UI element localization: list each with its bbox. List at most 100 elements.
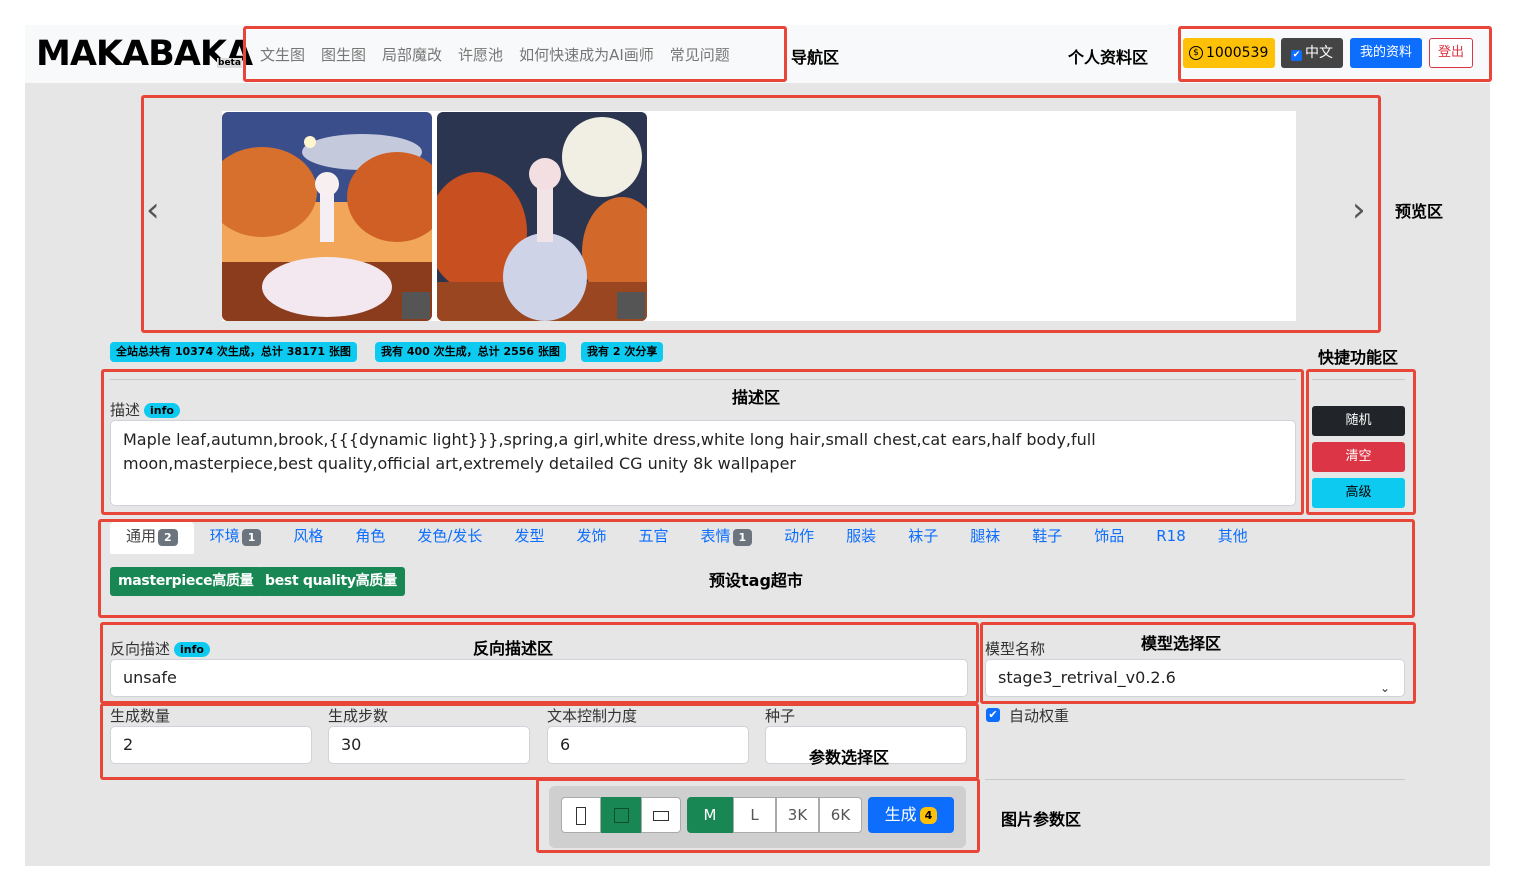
prompt-label-text: 描述 — [110, 401, 141, 419]
divider — [110, 379, 1296, 380]
prompt-info-badge[interactable]: info — [144, 403, 180, 418]
tab-label: 饰品 — [1094, 527, 1125, 545]
tab-label: 腿袜 — [970, 527, 1001, 545]
generate-button[interactable]: 生成 4 — [868, 797, 954, 833]
negative-info-badge[interactable]: info — [174, 642, 210, 657]
tab-13[interactable]: 鞋子 — [1016, 522, 1078, 554]
nav-link-img2img[interactable]: 图生图 — [321, 44, 366, 65]
tab-label: 环境 — [209, 527, 240, 545]
tab-label: 发型 — [514, 527, 545, 545]
tab-2[interactable]: 风格 — [277, 522, 339, 554]
orientation-square-button[interactable] — [601, 797, 641, 833]
logo[interactable]: MAKABAKA — [36, 32, 253, 76]
size-m-button[interactable]: M — [687, 797, 733, 833]
coin-balance: $1000539 — [1183, 38, 1275, 68]
advanced-button[interactable]: 高级 — [1312, 478, 1405, 508]
nav-link-wishpool[interactable]: 许愿池 — [458, 44, 503, 65]
divider — [1312, 379, 1405, 380]
tab-label: 发色/发长 — [417, 527, 483, 545]
preset-tag-masterpiece[interactable]: masterpiece高质量 — [110, 567, 262, 596]
cfg-label: 文本控制力度 — [547, 707, 638, 725]
nav-link-inpaint[interactable]: 局部魔改 — [382, 44, 442, 65]
annotation-neg: 反向描述区 — [473, 639, 554, 658]
preview-image-1[interactable] — [222, 112, 432, 321]
nav-link-txt2img[interactable]: 文生图 — [260, 44, 305, 65]
model-select[interactable]: stage3_retrival_v0.2.6 ⌄ — [985, 659, 1405, 697]
tab-label: 动作 — [784, 527, 815, 545]
model-label: 模型名称 — [985, 640, 1046, 658]
model-select-value: stage3_retrival_v0.2.6 — [998, 668, 1176, 687]
divider — [985, 779, 1405, 780]
preview-image-2[interactable] — [437, 112, 647, 321]
orientation-landscape-button[interactable] — [641, 797, 681, 833]
count-input[interactable]: 2 — [110, 726, 312, 764]
tab-label: 通用 — [126, 527, 157, 545]
tab-9[interactable]: 动作 — [768, 522, 830, 554]
negative-prompt-textarea[interactable]: unsafe — [110, 659, 968, 697]
tab-count-badge: 2 — [158, 529, 178, 546]
carousel-prev-icon[interactable]: ‹ — [146, 193, 160, 227]
tab-label: 角色 — [355, 527, 386, 545]
tab-4[interactable]: 发色/发长 — [401, 522, 498, 554]
annotation-nav: 导航区 — [791, 48, 840, 67]
language-toggle-button[interactable]: ✔ 中文 — [1281, 38, 1343, 68]
tab-11[interactable]: 袜子 — [892, 522, 954, 554]
tab-12[interactable]: 腿袜 — [954, 522, 1016, 554]
clear-button[interactable]: 清空 — [1312, 442, 1405, 472]
prompt-label: 描述 info — [110, 399, 180, 420]
annotation-image-params: 图片参数区 — [1001, 810, 1082, 829]
tab-5[interactable]: 发型 — [498, 522, 560, 554]
seed-label: 种子 — [765, 707, 796, 725]
preset-tag-best-quality[interactable]: best quality高质量 — [257, 567, 405, 596]
tab-14[interactable]: 饰品 — [1078, 522, 1140, 554]
stat-site-total: 全站总共有 10374 次生成，总计 38171 张图 — [110, 342, 357, 362]
size-l-button[interactable]: L — [733, 797, 776, 833]
tab-label: 表情 — [700, 527, 731, 545]
tab-label: 发饰 — [576, 527, 607, 545]
nav-link-howto[interactable]: 如何快速成为AI画师 — [519, 44, 654, 65]
coin-value: 1000539 — [1206, 45, 1269, 61]
prompt-textarea[interactable]: Maple leaf,autumn,brook,{{{dynamic light… — [110, 420, 1296, 506]
annotation-shortcut: 快捷功能区 — [1318, 348, 1399, 367]
tab-count-badge: 1 — [241, 529, 262, 546]
my-profile-button[interactable]: 我的资料 — [1350, 38, 1422, 68]
tag-category-tabs: 通用 2 环境 1 风格 角色 发色/发长 发型 发饰 五官 表情 1 动作 服装 袜子 腿袜 鞋子 饰品 R18 其… — [110, 522, 1264, 554]
auto-weight-checkbox[interactable]: ✔ — [986, 708, 1000, 722]
size-6k-button[interactable]: 6K — [819, 797, 862, 833]
nav-link-faq[interactable]: 常见问题 — [670, 44, 730, 65]
tab-16[interactable]: 其他 — [1202, 522, 1264, 554]
tab-6[interactable]: 发饰 — [560, 522, 622, 554]
negative-label: 反向描述 info — [110, 638, 210, 659]
annotation-preview: 预览区 — [1395, 202, 1444, 221]
checkbox-icon: ✔ — [1291, 50, 1302, 61]
steps-input[interactable]: 30 — [328, 726, 530, 764]
generate-label: 生成 — [884, 805, 917, 824]
tab-10[interactable]: 服装 — [830, 522, 892, 554]
tab-label: 服装 — [846, 527, 877, 545]
tab-3[interactable]: 角色 — [339, 522, 401, 554]
landscape-icon — [653, 810, 669, 821]
annotation-tags: 预设tag超市 — [709, 571, 803, 590]
logo-beta-badge: beta — [217, 58, 242, 68]
random-button[interactable]: 随机 — [1312, 406, 1405, 436]
logout-button[interactable]: 登出 — [1429, 38, 1473, 68]
annotation-desc: 描述区 — [732, 388, 781, 407]
tab-7[interactable]: 五官 — [622, 522, 684, 554]
chevron-down-icon: ⌄ — [1379, 681, 1390, 695]
auto-weight-label: 自动权重 — [1009, 707, 1070, 725]
nav-links: 文生图 图生图 局部魔改 许愿池 如何快速成为AI画师 常见问题 — [260, 44, 730, 65]
size-3k-button[interactable]: 3K — [776, 797, 819, 833]
orientation-portrait-button[interactable] — [561, 797, 601, 833]
tab-15[interactable]: R18 — [1140, 522, 1202, 554]
generate-count-badge: 4 — [919, 807, 938, 824]
tab-8[interactable]: 表情 1 — [684, 522, 768, 554]
tab-label: 鞋子 — [1032, 527, 1063, 545]
tab-1[interactable]: 环境 1 — [194, 522, 278, 554]
carousel-next-icon[interactable]: › — [1352, 193, 1366, 227]
annotation-profile: 个人资料区 — [1068, 48, 1149, 67]
tab-0[interactable]: 通用 2 — [110, 522, 194, 554]
portrait-icon — [576, 806, 586, 825]
negative-label-text: 反向描述 — [110, 640, 171, 658]
cfg-input[interactable]: 6 — [547, 726, 749, 764]
tab-label: 袜子 — [908, 527, 939, 545]
